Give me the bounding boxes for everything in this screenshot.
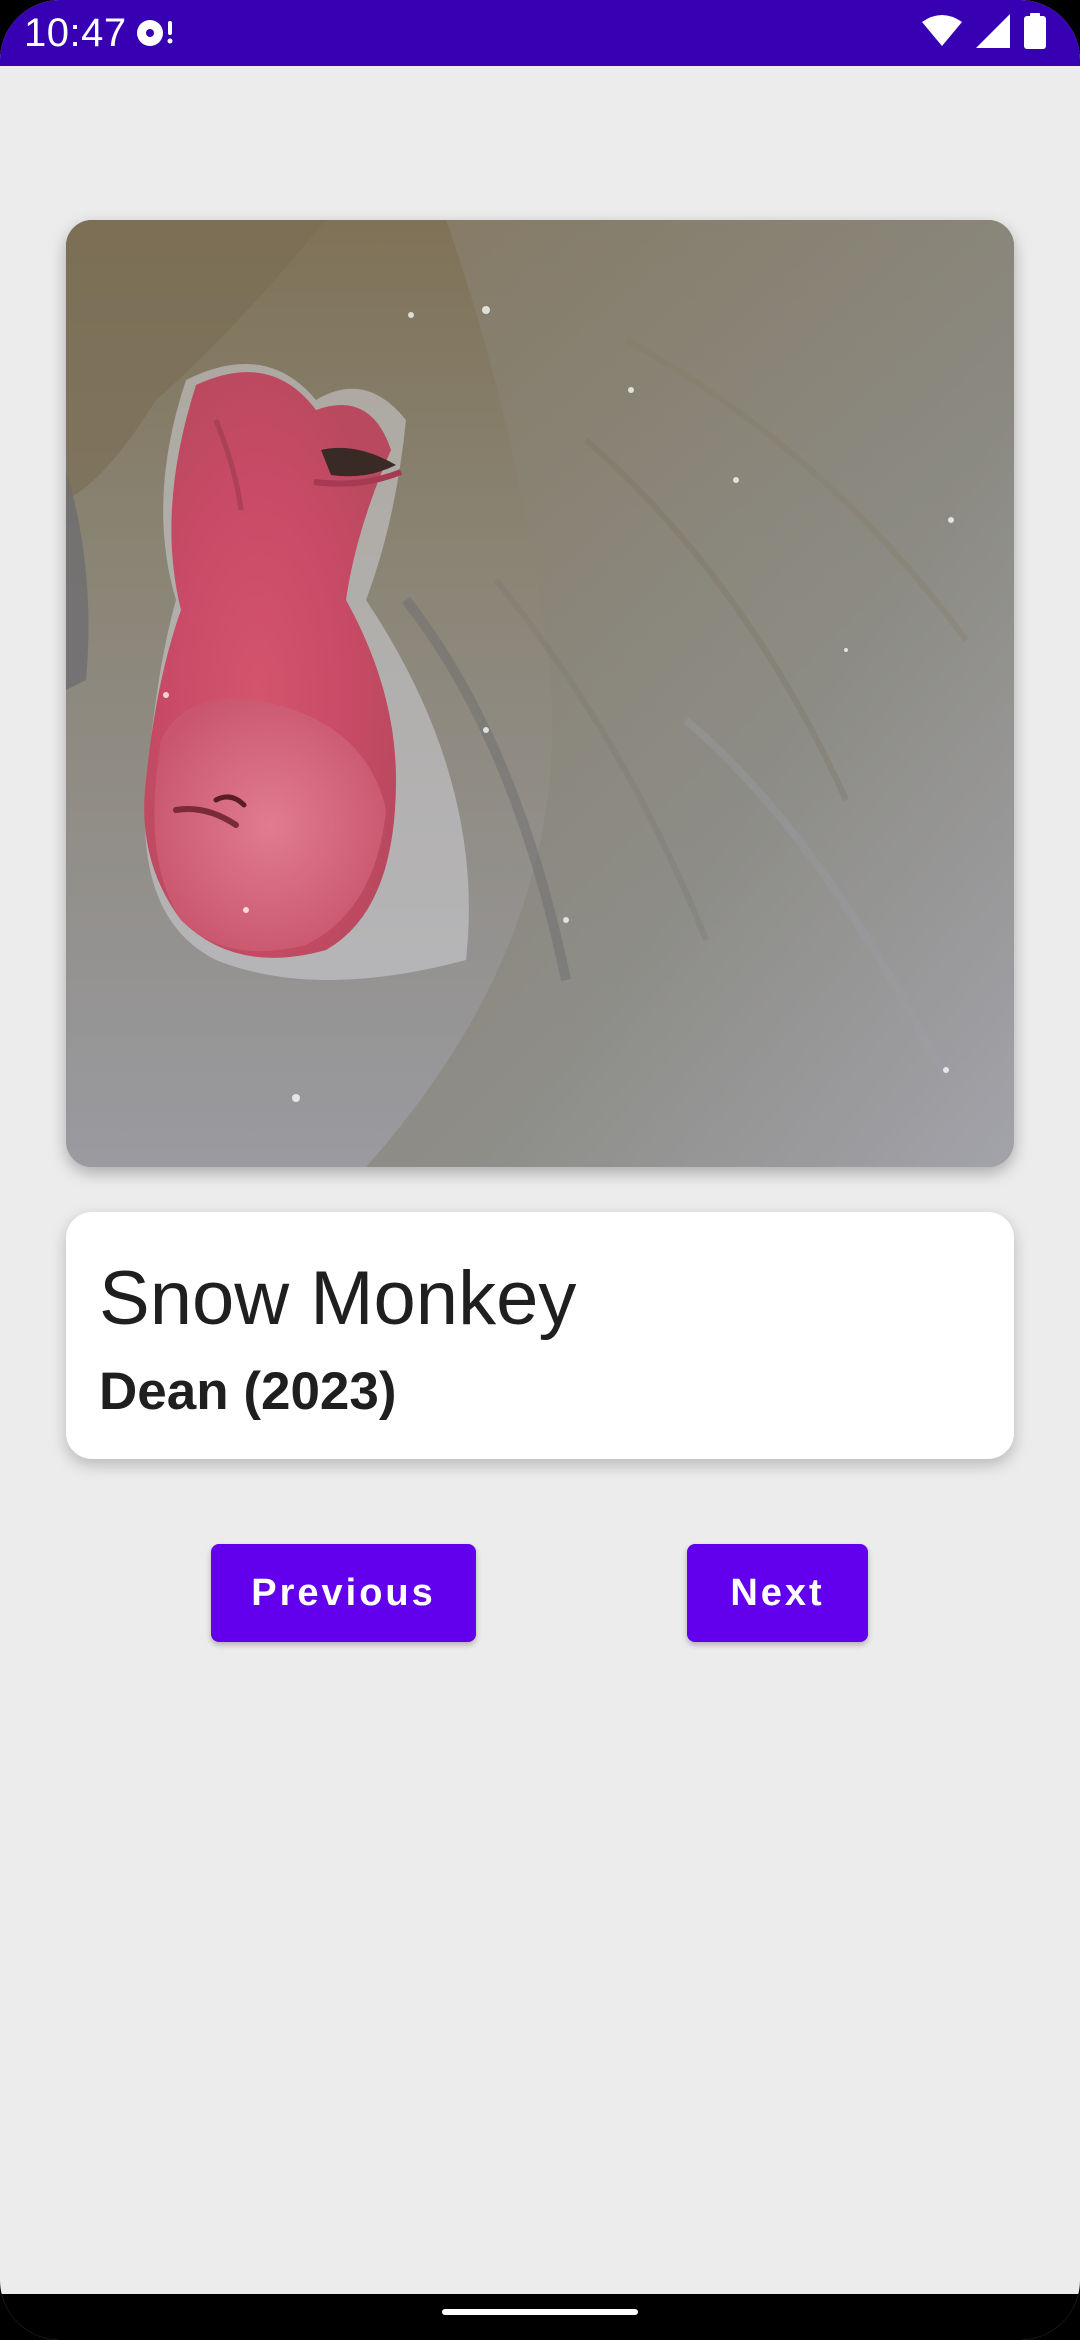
battery-icon [1024, 12, 1046, 54]
status-icons [922, 12, 1046, 54]
artwork-artist-year: Dean (2023) [99, 1362, 397, 1421]
status-time: 10:47 [24, 11, 127, 55]
status-bar: 10:47 [0, 0, 1080, 66]
home-gesture-handle[interactable] [442, 2309, 638, 2315]
wifi-icon [922, 14, 962, 52]
gesture-nav-bar [0, 2294, 1080, 2340]
next-button[interactable]: Next [687, 1544, 868, 1642]
snow-monkey-photo [66, 220, 1014, 1167]
artwork-info-card: Snow Monkey Dean (2023) [66, 1212, 1014, 1459]
previous-button[interactable]: Previous [211, 1544, 476, 1642]
artwork-title: Snow Monkey [99, 1256, 577, 1341]
media-disc-icon [136, 17, 176, 49]
cellular-signal-icon [976, 13, 1010, 53]
artwork-image [66, 220, 1014, 1167]
app-screen: 10:47 Snow Monkey Dean (2023) Previous N… [0, 0, 1080, 2340]
